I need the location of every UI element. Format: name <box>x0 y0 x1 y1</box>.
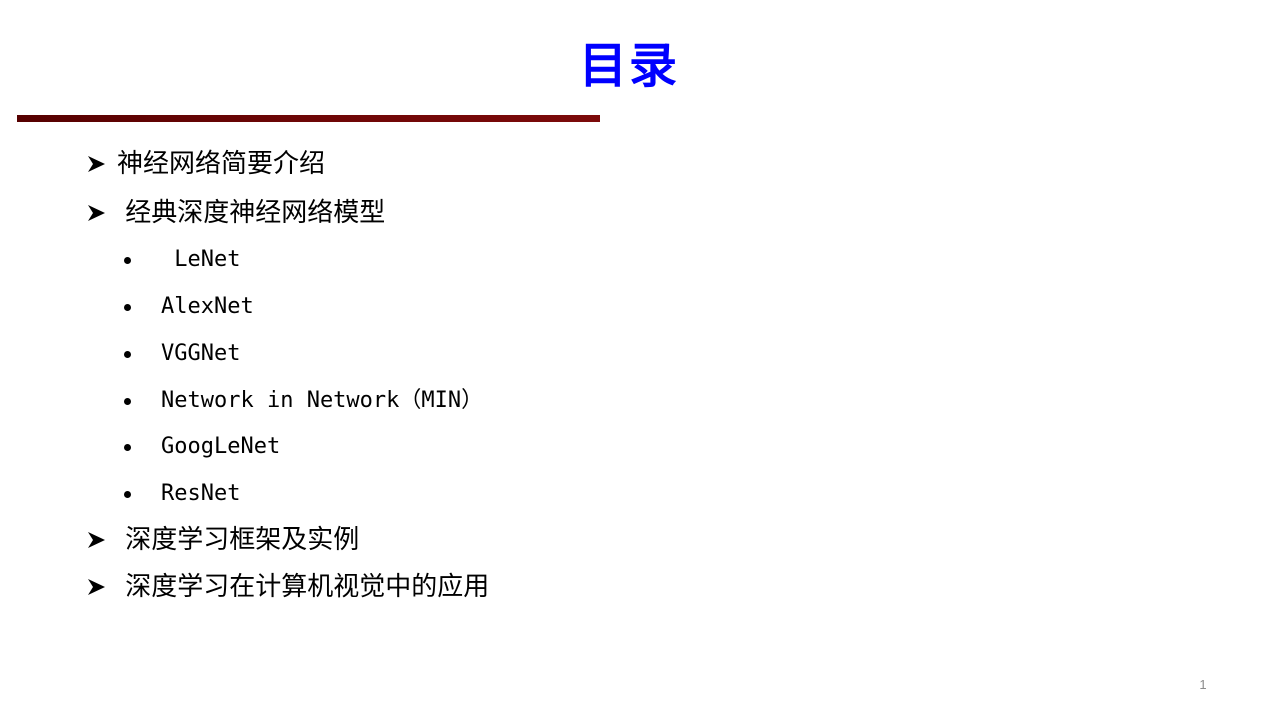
outline-subitem-network-in-network: Network in Network（MIN） <box>122 386 483 416</box>
outline-item-label: 神经网络简要介绍 <box>117 149 326 179</box>
arrow-bullet-icon <box>87 523 105 557</box>
outline-subitem-label: Network in Network（MIN） <box>161 388 484 413</box>
dot-bullet-icon <box>124 443 131 451</box>
outline-subitem-label: LeNet <box>161 247 241 272</box>
dot-bullet-icon <box>124 350 131 358</box>
page-number: 1 <box>1199 677 1207 692</box>
outline-subitem-label: ResNet <box>161 481 241 506</box>
outline-item-label: 深度学习框架及实例 <box>117 525 360 555</box>
dot-bullet-icon <box>124 256 131 264</box>
outline-item-label: 经典深度神经网络模型 <box>117 198 386 228</box>
outline-subitem-googlenet: GoogLeNet <box>122 432 280 462</box>
arrow-bullet-icon <box>87 196 105 230</box>
outline-subitem-label: AlexNet <box>161 294 254 319</box>
slide: 目录 神经网络简要介绍 经典深度神经网络模型 LeNet AlexNet VGG… <box>0 0 1280 720</box>
outline-subitem-vggnet: VGGNet <box>122 339 240 369</box>
outline-item-classic-models: 经典深度神经网络模型 <box>87 196 385 230</box>
arrow-bullet-icon <box>87 570 105 604</box>
dot-bullet-icon <box>124 303 131 311</box>
slide-title: 目录 <box>578 38 679 94</box>
outline-subitem-label: VGGNet <box>161 341 241 366</box>
title-divider <box>17 115 600 122</box>
outline-subitem-alexnet: AlexNet <box>122 292 254 322</box>
dot-bullet-icon <box>124 490 131 498</box>
arrow-bullet-icon <box>87 147 105 181</box>
outline-subitem-label: GoogLeNet <box>161 434 281 459</box>
outline-subitem-resnet: ResNet <box>122 479 240 509</box>
outline-item-nn-intro: 神经网络简要介绍 <box>87 147 325 181</box>
outline-item-label: 深度学习在计算机视觉中的应用 <box>117 572 490 602</box>
dot-bullet-icon <box>124 397 131 405</box>
outline-item-cv-applications: 深度学习在计算机视觉中的应用 <box>87 570 489 604</box>
outline-subitem-lenet: LeNet <box>122 245 240 275</box>
outline-item-frameworks: 深度学习框架及实例 <box>87 523 359 557</box>
